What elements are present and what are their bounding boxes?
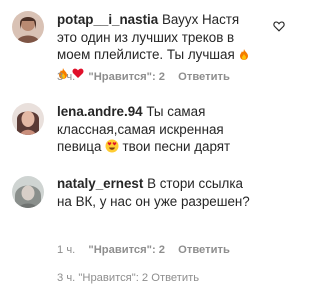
heart-eyes-emoji <box>105 139 122 154</box>
comment-text: lena.andre.94 Ты самая классная,самая ис… <box>57 103 257 157</box>
comment-time: 3 ч. <box>57 272 76 284</box>
comment-item: potap__i_nastia Вауух Настя это один из … <box>0 0 301 90</box>
comment-username[interactable]: potap__i_nastia <box>57 12 158 27</box>
comment-likes-count[interactable]: "Нравится": 2 <box>78 272 148 284</box>
comment-text: nataly_ernest В стори ссылка на ВК, у на… <box>57 175 257 210</box>
comment-likes-count[interactable]: "Нравится": 2 <box>88 71 165 83</box>
comment-item: lena.andre.94 Ты самая классная,самая ис… <box>0 98 301 168</box>
avatar[interactable] <box>12 103 44 135</box>
comment-username[interactable]: nataly_ernest <box>57 176 143 191</box>
comment-likes-count[interactable]: "Нравится": 2 <box>88 244 165 256</box>
reply-button[interactable]: Ответить <box>178 244 230 256</box>
comment-item: nataly_ernest В стори ссылка на ВК, у на… <box>0 170 301 270</box>
comment-meta: 3 ч. "Нравится": 2 Ответить <box>57 272 199 284</box>
comment-meta: 1 ч. "Нравится": 2 Ответить <box>57 244 240 256</box>
reply-button[interactable]: Ответить <box>178 71 230 83</box>
comment-time: 3 ч. <box>57 71 76 83</box>
reply-button[interactable]: Ответить <box>151 272 199 284</box>
comment-time: 1 ч. <box>57 244 76 256</box>
avatar[interactable] <box>12 176 44 208</box>
avatar[interactable] <box>12 11 44 43</box>
like-heart-icon[interactable] <box>273 20 285 32</box>
comment-body-continued: твои песни дарят <box>122 139 231 154</box>
fire-emoji <box>238 48 250 62</box>
comment-username[interactable]: lena.andre.94 <box>57 104 143 119</box>
comment-meta: 3 ч. "Нравится": 2 Ответить <box>57 71 240 83</box>
